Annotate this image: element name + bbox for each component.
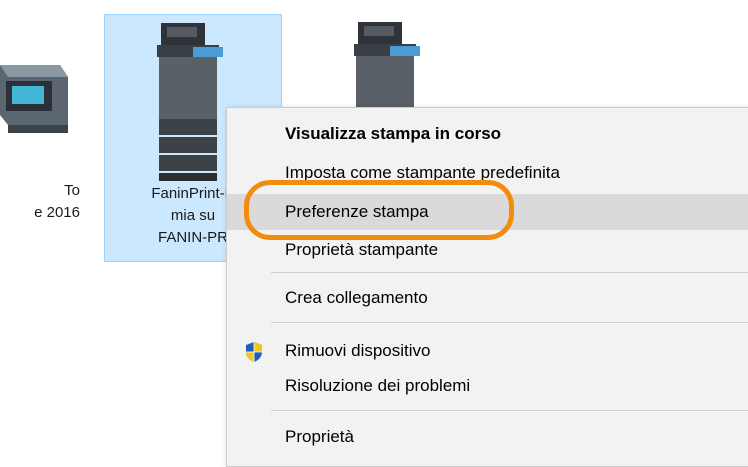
menu-item-label: Rimuovi dispositivo [285, 341, 431, 360]
highlight-annotation [244, 180, 514, 240]
menu-item-view-print-queue[interactable]: Visualizza stampa in corso [227, 116, 748, 152]
menu-item-create-shortcut[interactable]: Crea collegamento [227, 280, 748, 316]
desktop-item-device[interactable]: To e 2016 [0, 50, 96, 250]
menu-separator [271, 272, 748, 273]
device-icon [0, 65, 68, 133]
desktop-item-label: To e 2016 [34, 182, 80, 221]
shield-icon [246, 342, 262, 362]
menu-item-remove-device[interactable]: Rimuovi dispositivo [227, 333, 748, 369]
context-menu: Visualizza stampa in corso Imposta come … [226, 107, 748, 467]
menu-separator [271, 322, 748, 323]
printer-icon [157, 23, 223, 181]
menu-item-troubleshoot[interactable]: Risoluzione dei problemi [227, 368, 748, 404]
menu-separator [271, 410, 748, 411]
menu-item-properties[interactable]: Proprietà [227, 419, 748, 455]
